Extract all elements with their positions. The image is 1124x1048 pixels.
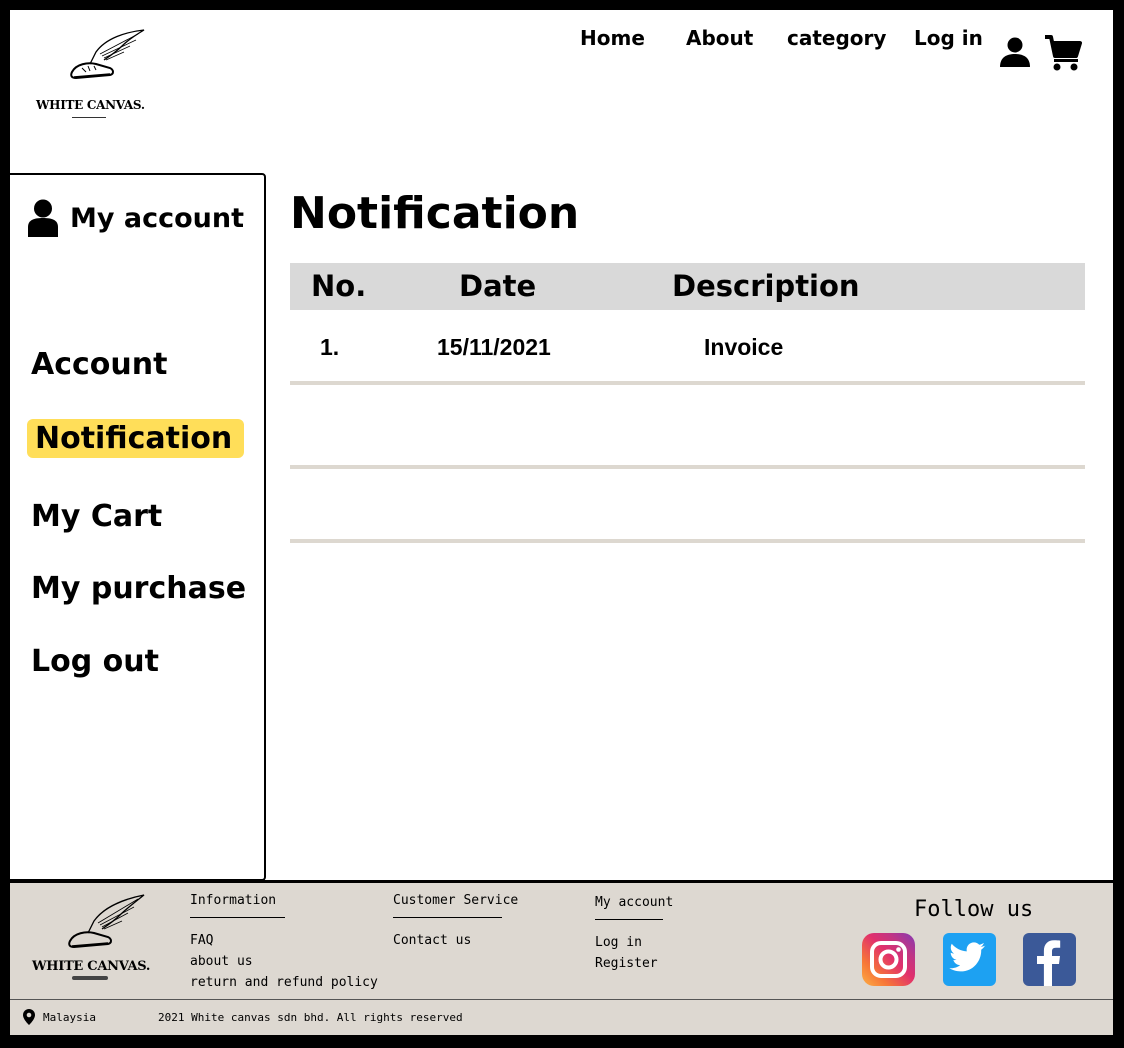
footer-my-account: My account Log in Register — [595, 895, 673, 974]
column-header-description: Description — [672, 269, 860, 303]
twitter-icon[interactable] — [943, 933, 996, 986]
follow-us-label: Follow us — [914, 897, 1034, 922]
cart-icon[interactable] — [1044, 34, 1082, 76]
footer-link-contact-us[interactable]: Contact us — [393, 930, 518, 951]
facebook-icon[interactable] — [1023, 933, 1076, 986]
brand-name: WHITE CANVAS. — [36, 98, 145, 112]
user-icon — [28, 199, 58, 237]
nav-about-link[interactable]: About — [686, 26, 753, 50]
footer-link-return-policy[interactable]: return and refund policy — [190, 972, 378, 993]
table-row[interactable]: 1. 15/11/2021 Invoice — [290, 310, 1085, 385]
location-pin-icon — [23, 1009, 35, 1025]
instagram-icon[interactable] — [862, 933, 915, 986]
table-row — [290, 385, 1085, 469]
notification-table: No. Date Description 1. 15/11/2021 Invoi… — [290, 263, 1085, 545]
location-text: Malaysia — [43, 1010, 96, 1024]
sidebar-item-my-cart[interactable]: My Cart — [31, 499, 162, 534]
table-row — [290, 469, 1085, 545]
sidebar-item-log-out[interactable]: Log out — [31, 644, 159, 679]
footer-link-faq[interactable]: FAQ — [190, 930, 378, 951]
cell-no: 1. — [320, 334, 340, 360]
footer-brand-name: WHITE CANVAS. — [32, 959, 151, 974]
page-title: Notification — [290, 188, 580, 239]
footer-location: Malaysia — [23, 1009, 96, 1025]
account-sidebar: My account Account Notification My Cart … — [10, 173, 266, 881]
copyright-text: 2021 White canvas sdn bhd. All rights re… — [158, 1011, 463, 1024]
nav-home-link[interactable]: Home — [580, 26, 645, 50]
nav-category-link[interactable]: category — [787, 26, 886, 50]
footer-link-log-in[interactable]: Log in — [595, 932, 673, 953]
sidebar-item-account[interactable]: Account — [31, 347, 167, 382]
winged-shoe-icon — [70, 29, 145, 80]
sidebar-header: My account — [28, 199, 244, 237]
column-header-date: Date — [459, 269, 537, 303]
row-divider — [290, 539, 1085, 543]
footer-brand-logo[interactable]: WHITE CANVAS. — [32, 893, 152, 983]
sidebar-title: My account — [70, 202, 244, 234]
cell-description: Invoice — [704, 334, 784, 360]
cell-date: 15/11/2021 — [437, 334, 551, 360]
footer-customer-service-title: Customer Service — [393, 893, 519, 908]
footer: WHITE CANVAS. Information FAQ about us r… — [10, 880, 1113, 1035]
footer-customer-service: Customer Service Contact us — [393, 893, 518, 951]
divider — [190, 917, 285, 918]
footer-information-title: Information — [190, 893, 277, 908]
footer-my-account-title: My account — [595, 895, 674, 910]
nav-login-link[interactable]: Log in — [914, 26, 983, 50]
sidebar-item-notification[interactable]: Notification — [27, 419, 245, 458]
column-header-no: No. — [311, 269, 367, 303]
footer-link-register[interactable]: Register — [595, 953, 673, 974]
divider — [595, 919, 663, 920]
footer-link-about-us[interactable]: about us — [190, 951, 378, 972]
page: WHITE CANVAS. Home About category Log in — [10, 10, 1113, 1035]
brand-logo[interactable]: WHITE CANVAS. — [36, 28, 146, 120]
logo-underline — [72, 117, 106, 118]
sidebar-item-my-purchase[interactable]: My purchase — [31, 571, 246, 606]
footer-information: Information FAQ about us return and refu… — [190, 893, 378, 993]
logo-underline — [72, 976, 108, 980]
footer-bottom-bar: Malaysia 2021 White canvas sdn bhd. All … — [10, 999, 1113, 1035]
user-icon[interactable] — [999, 37, 1031, 71]
divider — [393, 917, 502, 918]
table-header: No. Date Description — [290, 263, 1085, 310]
winged-shoe-icon — [68, 894, 145, 949]
